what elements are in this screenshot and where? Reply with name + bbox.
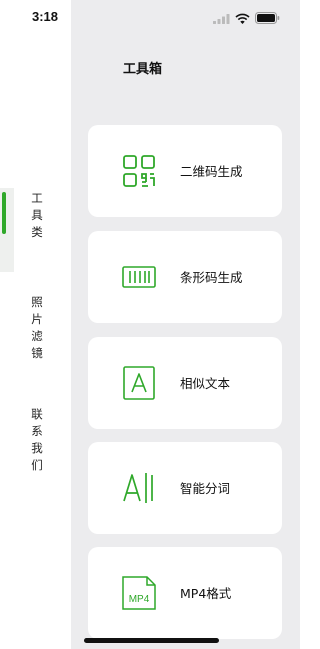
- barcode-icon: [122, 266, 156, 288]
- sidebar-item-contact-us[interactable]: 联系我们: [0, 404, 71, 480]
- qr-code-icon: [123, 155, 155, 187]
- wifi-icon: [235, 13, 250, 24]
- ai-segment-icon: [123, 473, 153, 503]
- tool-label: 二维码生成: [180, 164, 243, 179]
- status-time: 3:18: [32, 9, 59, 24]
- sidebar: 工具类 照片滤镜 联系我们: [0, 0, 71, 649]
- tool-card-similar-text[interactable]: 相似文本: [88, 337, 282, 429]
- status-bar: 3:18: [0, 0, 300, 40]
- tool-card-mp4-format[interactable]: MP4 MP4格式: [88, 547, 282, 639]
- tool-label: 智能分词: [180, 481, 231, 496]
- tool-card-word-segmentation[interactable]: 智能分词: [88, 442, 282, 534]
- tool-label: 相似文本: [180, 376, 231, 391]
- mp4-icon-text: MP4: [129, 594, 150, 605]
- tool-card-barcode[interactable]: 条形码生成: [88, 231, 282, 323]
- home-indicator[interactable]: [84, 638, 219, 643]
- sidebar-item-label: 照片滤镜: [31, 295, 43, 360]
- letter-a-icon: [123, 366, 155, 400]
- battery-icon: [255, 12, 280, 24]
- sidebar-item-photo-filters[interactable]: 照片滤镜: [0, 292, 71, 368]
- page-title: 工具箱: [123, 62, 163, 77]
- sidebar-item-tools[interactable]: 工具类: [0, 188, 71, 248]
- sidebar-item-label: 工具类: [31, 191, 43, 239]
- tool-label: 条形码生成: [180, 270, 243, 285]
- tool-label: MP4格式: [180, 586, 232, 601]
- mp4-file-icon: MP4: [122, 576, 156, 610]
- main-content: 工具箱 二维码生成 条形码生成 相似文本 智能分词 MP4 MP4格式: [71, 0, 300, 649]
- signal-icon: [213, 13, 230, 24]
- status-icons: [213, 12, 280, 24]
- sidebar-item-label: 联系我们: [31, 407, 43, 472]
- tool-card-qr-code[interactable]: 二维码生成: [88, 125, 282, 217]
